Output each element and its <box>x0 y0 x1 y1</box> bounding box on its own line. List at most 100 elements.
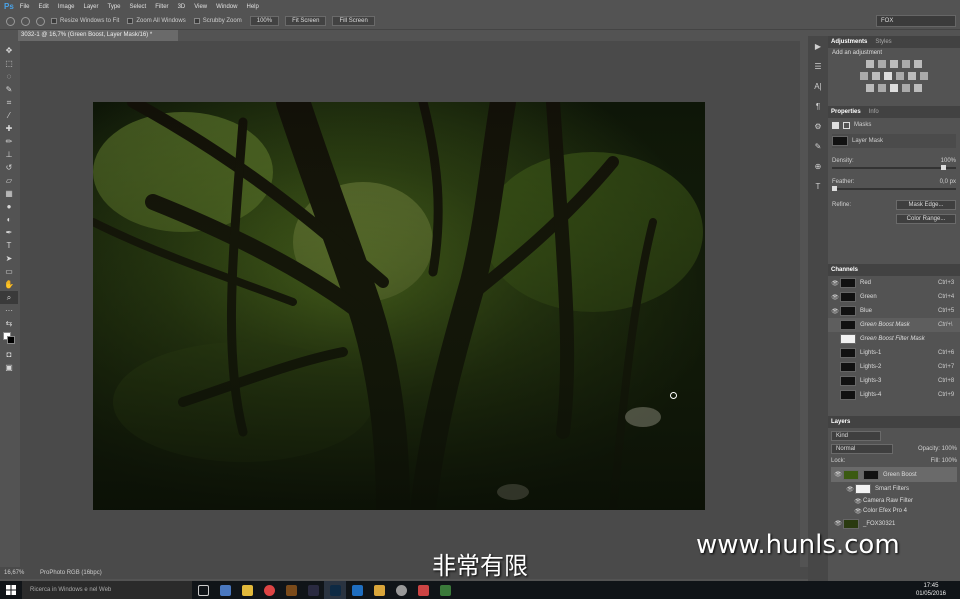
hand-tool-icon[interactable]: ✋ <box>0 278 18 291</box>
paragraph-icon[interactable]: ¶ <box>808 96 828 116</box>
layer-row-base[interactable]: 👁 _FOX30321 <box>831 516 957 531</box>
visibility-eye-icon[interactable]: 👁 <box>853 498 863 505</box>
character-icon[interactable]: A| <box>808 76 828 96</box>
windows-start-icon[interactable] <box>0 581 22 599</box>
outlook-icon[interactable] <box>346 581 368 599</box>
stamp-tool-icon[interactable]: ⊥ <box>0 148 18 161</box>
tab-channels[interactable]: Channels <box>831 267 858 273</box>
taskbar-clock[interactable]: 17:45 01/05/2016 <box>916 582 946 598</box>
globe-icon[interactable] <box>390 581 412 599</box>
gradient-map-icon[interactable] <box>902 84 910 92</box>
type-tool-icon[interactable]: T <box>0 239 18 252</box>
zoom-100-button[interactable]: 100% <box>249 16 280 26</box>
channel-row-lights-2[interactable]: Lights-2 Ctrl+7 <box>828 360 960 374</box>
exposure-icon[interactable] <box>902 60 910 68</box>
channel-row-lights-1[interactable]: Lights-1 Ctrl+6 <box>828 346 960 360</box>
move-tool-icon[interactable]: ✥ <box>0 44 18 57</box>
filter-row-camera-raw[interactable]: 👁 Camera Raw Filter <box>831 496 957 506</box>
visibility-eye-icon[interactable]: 👁 <box>833 520 843 527</box>
menu-filter[interactable]: Filter <box>155 4 168 10</box>
feather-value[interactable]: 0,0 px <box>940 179 956 185</box>
density-slider-handle[interactable] <box>941 165 946 170</box>
healing-tool-icon[interactable]: ✚ <box>0 122 18 135</box>
blur-tool-icon[interactable]: ● <box>0 200 18 213</box>
blend-mode-select[interactable]: Normal <box>831 443 893 454</box>
brightness-icon[interactable] <box>866 60 874 68</box>
vector-mask-icon[interactable] <box>843 121 850 129</box>
channel-row-red[interactable]: 👁 Red Ctrl+3 <box>828 276 960 290</box>
curves-icon[interactable] <box>890 60 898 68</box>
zoom-out-icon[interactable] <box>36 16 45 26</box>
feather-slider-handle[interactable] <box>832 186 837 191</box>
app-icon[interactable] <box>412 581 434 599</box>
marquee-tool-icon[interactable]: ⬚ <box>0 57 18 70</box>
swap-colors-icon[interactable]: ⇆ <box>0 317 18 330</box>
mask-edge-button[interactable]: Mask Edge... <box>896 200 956 210</box>
menu-image[interactable]: Image <box>58 4 75 10</box>
brush-tool-icon[interactable]: ✏ <box>0 135 18 148</box>
layer-mask-thumb[interactable] <box>863 469 879 480</box>
visibility-eye-icon[interactable]: 👁 <box>833 471 843 478</box>
history-brush-icon[interactable]: ↺ <box>0 161 18 174</box>
scrubby-zoom-checkbox[interactable]: Scrubby Zoom <box>193 18 242 24</box>
color-swatches[interactable] <box>0 330 18 348</box>
fill-screen-button[interactable]: Fill Screen <box>332 16 375 26</box>
shape-tool-icon[interactable]: ▭ <box>0 265 18 278</box>
clone-source-icon[interactable]: ⊕ <box>808 156 828 176</box>
pen-tool-icon[interactable]: ✒ <box>0 226 18 239</box>
menu-3d[interactable]: 3D <box>178 4 186 10</box>
more-tools-icon[interactable]: ··· <box>0 304 18 317</box>
menu-view[interactable]: View <box>194 4 207 10</box>
menu-select[interactable]: Select <box>130 4 147 10</box>
store-icon[interactable] <box>214 581 236 599</box>
posterize-icon[interactable] <box>878 84 886 92</box>
dodge-tool-icon[interactable]: ◐ <box>0 213 18 226</box>
tab-layers[interactable]: Layers <box>831 419 850 425</box>
filter-row-color-efex[interactable]: 👁 Color Efex Pro 4 <box>831 506 957 516</box>
threshold-icon[interactable] <box>890 84 898 92</box>
task-view-icon[interactable] <box>192 581 214 599</box>
color-lookup-icon[interactable] <box>920 72 928 80</box>
selective-color-icon[interactable] <box>914 84 922 92</box>
tab-styles[interactable]: Styles <box>875 39 891 45</box>
tab-adjustments[interactable]: Adjustments <box>831 39 867 45</box>
zoom-all-checkbox[interactable]: Zoom All Windows <box>127 18 186 24</box>
visibility-eye-icon[interactable]: 👁 <box>845 486 855 493</box>
channel-row-filter-mask[interactable]: Green Boost Filter Mask <box>828 332 960 346</box>
color-balance-icon[interactable] <box>872 72 880 80</box>
black-white-icon[interactable] <box>884 72 892 80</box>
visibility-eye-icon[interactable]: 👁 <box>830 294 840 301</box>
brush-presets-icon[interactable]: ✎ <box>808 136 828 156</box>
play-icon[interactable]: ▶ <box>808 36 828 56</box>
density-value[interactable]: 100% <box>941 158 956 164</box>
vibrance-icon[interactable] <box>914 60 922 68</box>
channel-row-blue[interactable]: 👁 Blue Ctrl+5 <box>828 304 960 318</box>
menu-window[interactable]: Window <box>216 4 237 10</box>
photoshop-taskbar-icon[interactable] <box>324 581 346 599</box>
menu-edit[interactable]: Edit <box>38 4 48 10</box>
bridge-icon[interactable] <box>280 581 302 599</box>
invert-icon[interactable] <box>866 84 874 92</box>
pixel-mask-icon[interactable] <box>832 121 839 129</box>
layer-mask-row[interactable]: Layer Mask <box>832 134 956 148</box>
visibility-eye-icon[interactable]: 👁 <box>830 280 840 287</box>
fill-value[interactable]: 100% <box>942 458 957 464</box>
path-select-icon[interactable]: ➤ <box>0 252 18 265</box>
menu-help[interactable]: Help <box>246 4 258 10</box>
screen-mode-icon[interactable]: ▣ <box>0 361 18 374</box>
zoom-in-icon[interactable] <box>21 16 30 26</box>
channel-mixer-icon[interactable] <box>908 72 916 80</box>
document-tab[interactable]: 3032-1 @ 16,7% (Green Boost, Layer Mask/… <box>18 30 178 41</box>
zoom-tool-icon[interactable] <box>6 16 15 26</box>
menu-layer[interactable]: Layer <box>84 4 99 10</box>
channel-row-green[interactable]: 👁 Green Ctrl+4 <box>828 290 960 304</box>
hue-sat-icon[interactable] <box>860 72 868 80</box>
quick-mask-icon[interactable]: ◘ <box>0 348 18 361</box>
visibility-eye-icon[interactable]: 👁 <box>853 508 863 515</box>
chrome-icon[interactable] <box>258 581 280 599</box>
fit-screen-button[interactable]: Fit Screen <box>285 16 327 26</box>
quick-select-tool-icon[interactable]: ✎ <box>0 83 18 96</box>
folder-icon[interactable] <box>368 581 390 599</box>
resize-windows-checkbox[interactable]: Resize Windows to Fit <box>51 18 119 24</box>
workspace-select[interactable]: FOX <box>876 15 956 27</box>
